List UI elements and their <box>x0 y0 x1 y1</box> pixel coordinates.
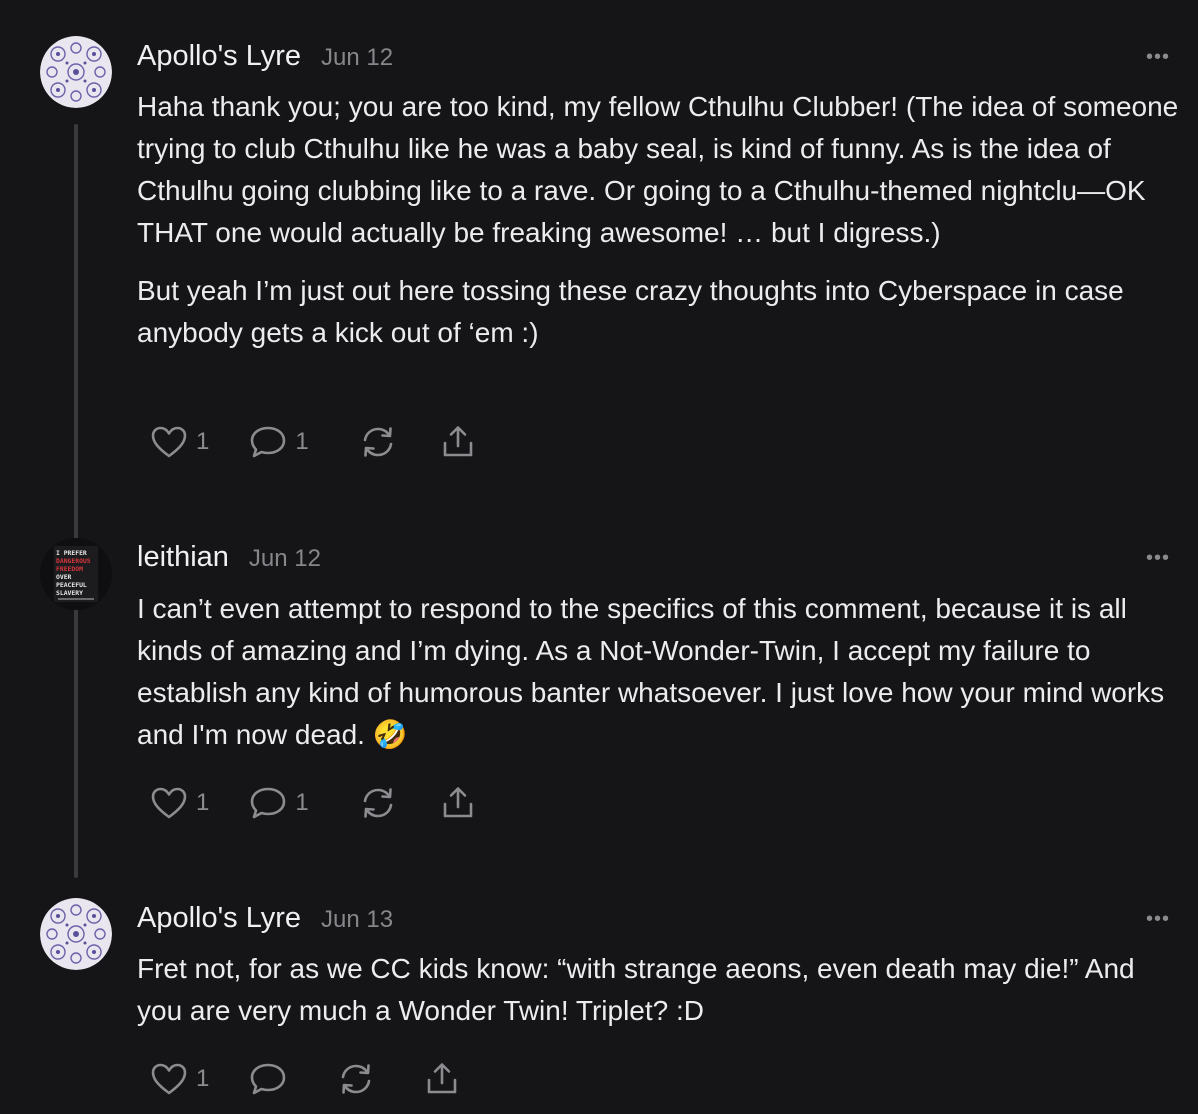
speech-bubble-icon <box>249 424 287 460</box>
comment-body: Fret not, for as we CC kids know: “with … <box>137 948 1182 1048</box>
avatar-text: FREEDOM <box>56 565 83 573</box>
comment-paragraph: I can’t even attempt to respond to the s… <box>137 593 1165 750</box>
comment-paragraph: But yeah I’m just out here tossing these… <box>137 275 1124 348</box>
like-count: 1 <box>196 428 210 455</box>
reply-button[interactable]: 1 <box>249 424 309 460</box>
like-button[interactable]: 1 <box>150 425 209 459</box>
more-options-button[interactable]: ••• <box>1146 547 1170 570</box>
author-name[interactable]: leithian <box>137 541 229 574</box>
share-button[interactable] <box>425 1061 459 1097</box>
comment-actions: 1 1 <box>150 424 475 460</box>
author-name[interactable]: Apollo's Lyre <box>137 40 301 73</box>
avatar-apollos-lyre[interactable] <box>40 36 112 108</box>
author-name[interactable]: Apollo's Lyre <box>137 902 301 935</box>
avatar-apollos-lyre[interactable] <box>40 898 112 970</box>
comment-paragraph: Fret not, for as we CC kids know: “with … <box>137 953 1135 1026</box>
reply-count: 1 <box>295 428 309 455</box>
comment-paragraph: Haha thank you; you are too kind, my fel… <box>137 91 1179 248</box>
reply-button[interactable] <box>249 1061 287 1097</box>
restack-button[interactable] <box>359 785 397 821</box>
more-options-button[interactable]: ••• <box>1146 46 1170 69</box>
heart-icon <box>150 1062 188 1096</box>
share-button[interactable] <box>441 424 475 460</box>
comment-date[interactable]: Jun 12 <box>321 44 393 72</box>
speech-bubble-icon <box>249 785 287 821</box>
speech-bubble-icon <box>249 1061 287 1097</box>
like-count: 1 <box>196 1065 210 1092</box>
avatar-text: SLAVERY <box>56 589 83 597</box>
like-button[interactable]: 1 <box>150 1062 209 1096</box>
comment-body: I can’t even attempt to respond to the s… <box>137 588 1182 772</box>
thread-line <box>74 124 78 878</box>
comment-header: Apollo's Lyre Jun 13 <box>137 902 393 935</box>
comment-date[interactable]: Jun 12 <box>249 545 321 573</box>
reply-button[interactable]: 1 <box>249 785 309 821</box>
comment-header: leithian Jun 12 <box>137 541 321 574</box>
reply-count: 1 <box>295 789 309 816</box>
avatar-leithian[interactable]: I PREFER DANGEROUS FREEDOM OVER PEACEFUL… <box>40 538 112 610</box>
heart-icon <box>150 786 188 820</box>
comment-header: Apollo's Lyre Jun 12 <box>137 40 393 73</box>
comment-body: Haha thank you; you are too kind, my fel… <box>137 86 1182 370</box>
comment-actions: 1 1 <box>150 785 475 821</box>
share-icon <box>441 785 475 821</box>
restack-icon <box>359 785 397 821</box>
more-options-button[interactable]: ••• <box>1146 908 1170 931</box>
restack-icon <box>359 424 397 460</box>
avatar-text: PEACEFUL <box>56 581 87 589</box>
like-button[interactable]: 1 <box>150 786 209 820</box>
share-button[interactable] <box>441 785 475 821</box>
restack-icon <box>337 1061 375 1097</box>
share-icon <box>441 424 475 460</box>
avatar-text: I PREFER <box>56 549 87 557</box>
avatar-text: DANGEROUS <box>56 557 91 565</box>
comment-date[interactable]: Jun 13 <box>321 906 393 934</box>
avatar-text: OVER <box>56 573 72 581</box>
restack-button[interactable] <box>337 1061 375 1097</box>
share-icon <box>425 1061 459 1097</box>
like-count: 1 <box>196 789 210 816</box>
comment-actions: 1 <box>150 1061 459 1097</box>
restack-button[interactable] <box>359 424 397 460</box>
heart-icon <box>150 425 188 459</box>
